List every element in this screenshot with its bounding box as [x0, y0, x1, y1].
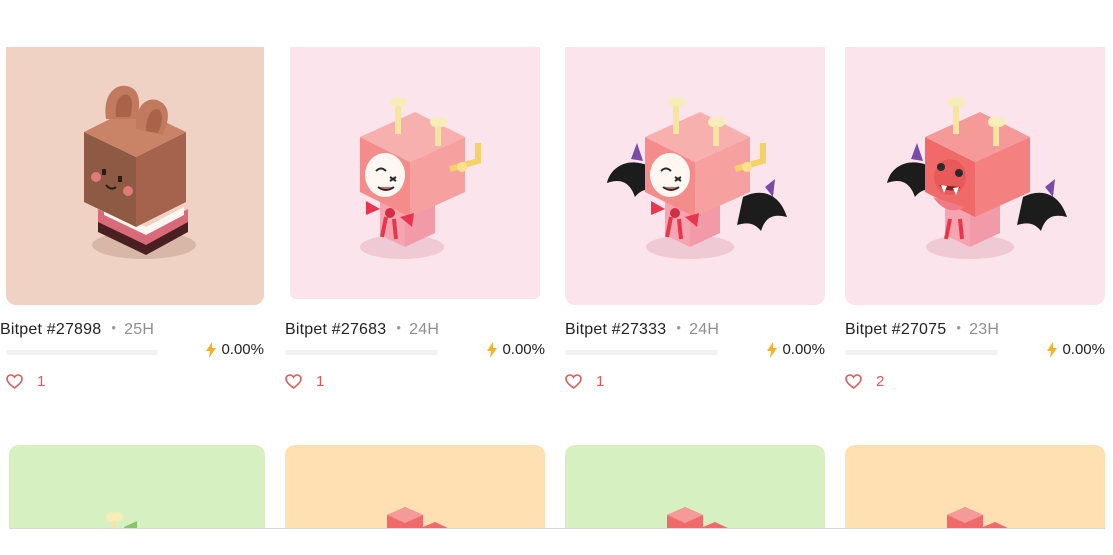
- energy-percent: 0.00%: [782, 341, 825, 358]
- pet-title-row: Bitpet #27683 • 24H: [285, 320, 440, 339]
- like-count: 2: [876, 373, 885, 390]
- pet-image: [360, 97, 481, 259]
- energy-value: 0.00%: [766, 341, 825, 358]
- like-button[interactable]: 2: [845, 373, 884, 390]
- pet-card[interactable]: Bitpet #27075 • 23H 0.00% 2: [845, 0, 1105, 400]
- pet-title-row: Bitpet #27898 • 25H: [0, 320, 155, 339]
- pet-thumbnail[interactable]: [290, 47, 540, 299]
- pet-age: 24H: [409, 321, 440, 338]
- pet-image: [84, 85, 196, 259]
- heart-icon: [565, 374, 582, 389]
- pet-age: 25H: [124, 321, 155, 338]
- like-button[interactable]: 1: [565, 373, 604, 390]
- like-button[interactable]: 1: [6, 373, 45, 390]
- pet-card[interactable]: Bitpet #27683 • 24H 0.00% 1: [285, 0, 545, 400]
- pet-name[interactable]: Bitpet #27683: [285, 321, 386, 338]
- separator-dot: •: [676, 320, 682, 335]
- energy-value: 0.00%: [486, 341, 545, 358]
- bolt-icon: [1047, 341, 1058, 358]
- heart-icon: [845, 374, 862, 389]
- pet-name[interactable]: Bitpet #27333: [565, 321, 666, 338]
- energy-bar: [285, 350, 438, 355]
- pet-image: [887, 97, 1067, 259]
- pet-thumbnail[interactable]: [565, 47, 825, 305]
- pet-name[interactable]: Bitpet #27898: [0, 321, 101, 338]
- bolt-icon: [206, 341, 217, 358]
- separator-dot: •: [956, 320, 962, 335]
- pet-card[interactable]: Bitpet #27898 • 25H 0.00% 1: [0, 0, 264, 400]
- energy-value: 0.00%: [205, 341, 264, 358]
- energy-bar: [845, 350, 998, 355]
- energy-bar: [6, 350, 158, 355]
- bolt-icon: [487, 341, 498, 358]
- energy-percent: 0.00%: [221, 341, 264, 358]
- pet-image: [607, 97, 787, 259]
- pet-card[interactable]: Bitpet #27333 • 24H 0.00% 1: [565, 0, 825, 400]
- like-count: 1: [37, 373, 46, 390]
- pet-name[interactable]: Bitpet #27075: [845, 321, 946, 338]
- heart-icon: [285, 374, 302, 389]
- bolt-icon: [767, 341, 778, 358]
- separator-dot: •: [111, 320, 117, 335]
- pet-age: 23H: [969, 321, 1000, 338]
- separator-dot: •: [396, 320, 402, 335]
- viewport-bottom: [0, 529, 1113, 555]
- pet-title-row: Bitpet #27075 • 23H: [845, 320, 1000, 339]
- energy-bar: [565, 350, 718, 355]
- pet-thumbnail[interactable]: [845, 47, 1105, 305]
- pet-thumbnail[interactable]: [6, 47, 264, 305]
- pet-age: 24H: [689, 321, 720, 338]
- energy-percent: 0.00%: [1062, 341, 1105, 358]
- heart-icon: [6, 374, 23, 389]
- like-count: 1: [316, 373, 325, 390]
- energy-value: 0.00%: [1046, 341, 1105, 358]
- energy-percent: 0.00%: [502, 341, 545, 358]
- like-button[interactable]: 1: [285, 373, 324, 390]
- pet-title-row: Bitpet #27333 • 24H: [565, 320, 720, 339]
- like-count: 1: [596, 373, 605, 390]
